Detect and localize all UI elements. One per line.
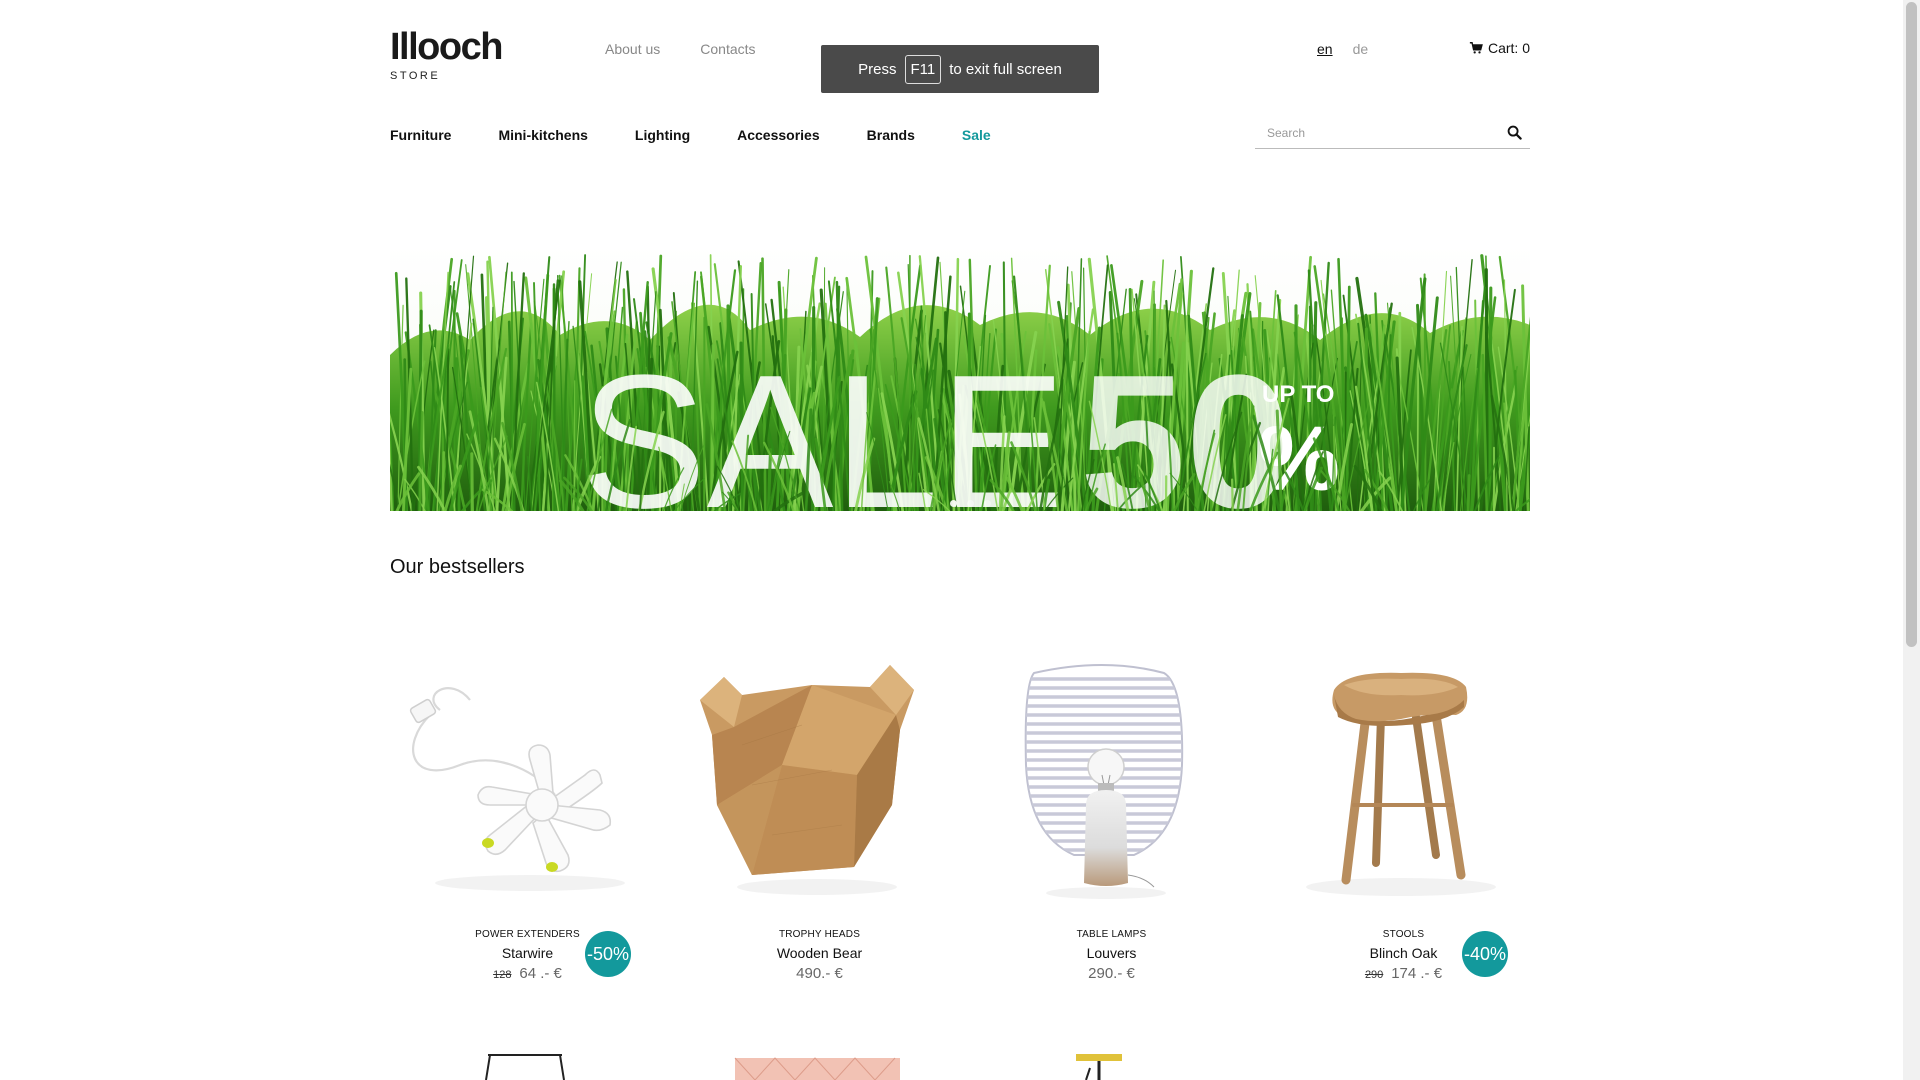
contacts-link[interactable]: Contacts bbox=[700, 41, 755, 57]
lang-de-link[interactable]: de bbox=[1353, 41, 1369, 57]
product-info: TABLE LAMPS Louvers 290.- € bbox=[974, 929, 1249, 982]
product-grid: POWER EXTENDERS Starwire 128 64 .- € -50… bbox=[390, 655, 1530, 985]
slider-dot[interactable] bbox=[950, 500, 957, 507]
table-lamp-image bbox=[1024, 664, 1184, 899]
next-products-row bbox=[390, 1050, 1530, 1080]
product-price: 290.- € bbox=[974, 965, 1249, 982]
product-old-price: 290 bbox=[1364, 969, 1384, 981]
nav-item-accessories[interactable]: Accessories bbox=[737, 127, 820, 143]
search-icon[interactable] bbox=[1507, 125, 1522, 140]
main-nav: Furniture Mini-kitchens Lighting Accesso… bbox=[390, 127, 1038, 143]
nav-item-lighting[interactable]: Lighting bbox=[635, 127, 690, 143]
about-us-link[interactable]: About us bbox=[605, 41, 660, 57]
wooden-bear-image bbox=[700, 665, 914, 895]
sale-percent-sign: % bbox=[1258, 408, 1340, 510]
nav-item-furniture[interactable]: Furniture bbox=[390, 127, 451, 143]
stool-image bbox=[1306, 672, 1496, 896]
sale-text: SALE 50 UP TO % bbox=[580, 336, 1340, 511]
nav-item-mini-kitchens[interactable]: Mini-kitchens bbox=[498, 127, 587, 143]
product-current-price: 490.- € bbox=[796, 965, 843, 982]
search-input[interactable] bbox=[1255, 120, 1495, 146]
cart-label: Cart: 0 bbox=[1487, 40, 1530, 56]
product-current-price: 290.- € bbox=[1088, 965, 1135, 982]
product-card[interactable]: TABLE LAMPS Louvers 290.- € bbox=[974, 655, 1239, 985]
product-info: TROPHY HEADS Wooden Bear 490.- € bbox=[682, 929, 957, 982]
search-box bbox=[1255, 120, 1530, 149]
page-scrollbar[interactable] bbox=[1903, 0, 1920, 1080]
lang-en-link[interactable]: en bbox=[1317, 41, 1333, 57]
language-switcher: en de bbox=[1317, 41, 1368, 57]
discount-badge: -50% bbox=[585, 931, 631, 977]
product-name[interactable]: Wooden Bear bbox=[682, 945, 957, 961]
store-logo[interactable]: Illooch STORE bbox=[390, 26, 503, 82]
product-card[interactable]: TROPHY HEADS Wooden Bear 490.- € bbox=[682, 655, 947, 985]
sale-up-to: UP TO bbox=[1262, 381, 1334, 408]
discount-badge: -40% bbox=[1462, 931, 1508, 977]
grass-sale-image: SALE 50 UP TO % bbox=[390, 245, 1530, 511]
product-category: TROPHY HEADS bbox=[778, 929, 861, 940]
product-current-price: 64 .- € bbox=[519, 965, 562, 982]
slider-dot[interactable] bbox=[967, 500, 974, 507]
product-old-price: 128 bbox=[493, 969, 512, 981]
f11-key-hint: F11 bbox=[904, 54, 942, 84]
product-name[interactable]: Louvers bbox=[974, 945, 1249, 961]
fullscreen-press-label: Press bbox=[858, 60, 897, 78]
product-card[interactable]: STOOLS Blinch Oak 290 174 .- € -40% bbox=[1266, 655, 1531, 985]
nav-item-brands[interactable]: Brands bbox=[867, 127, 915, 143]
sale-banner[interactable]: SALE 50 UP TO % bbox=[390, 245, 1530, 511]
cart-icon bbox=[1469, 42, 1483, 54]
fullscreen-notification: Press F11 to exit full screen bbox=[821, 45, 1099, 93]
power-extender-image bbox=[409, 687, 625, 891]
nav-item-sale[interactable]: Sale bbox=[962, 127, 991, 143]
logo-text: Illooch bbox=[390, 26, 503, 68]
product-current-price: 174 .- € bbox=[1391, 965, 1443, 982]
fullscreen-exit-label: to exit full screen bbox=[949, 60, 1062, 78]
scrollbar-thumb[interactable] bbox=[1906, 2, 1917, 647]
product-card[interactable]: POWER EXTENDERS Starwire 128 64 .- € -50… bbox=[390, 655, 655, 985]
logo-subtitle: STORE bbox=[390, 70, 441, 82]
next-products-preview bbox=[485, 1054, 1122, 1080]
product-price: 490.- € bbox=[682, 965, 957, 982]
cart-link[interactable]: Cart: 0 bbox=[1469, 40, 1530, 56]
product-category: TABLE LAMPS bbox=[1076, 929, 1147, 940]
slider-dots bbox=[950, 500, 991, 507]
bestsellers-title: Our bestsellers bbox=[390, 556, 525, 578]
top-links: About us Contacts bbox=[605, 41, 756, 57]
slider-dot[interactable] bbox=[984, 500, 991, 507]
